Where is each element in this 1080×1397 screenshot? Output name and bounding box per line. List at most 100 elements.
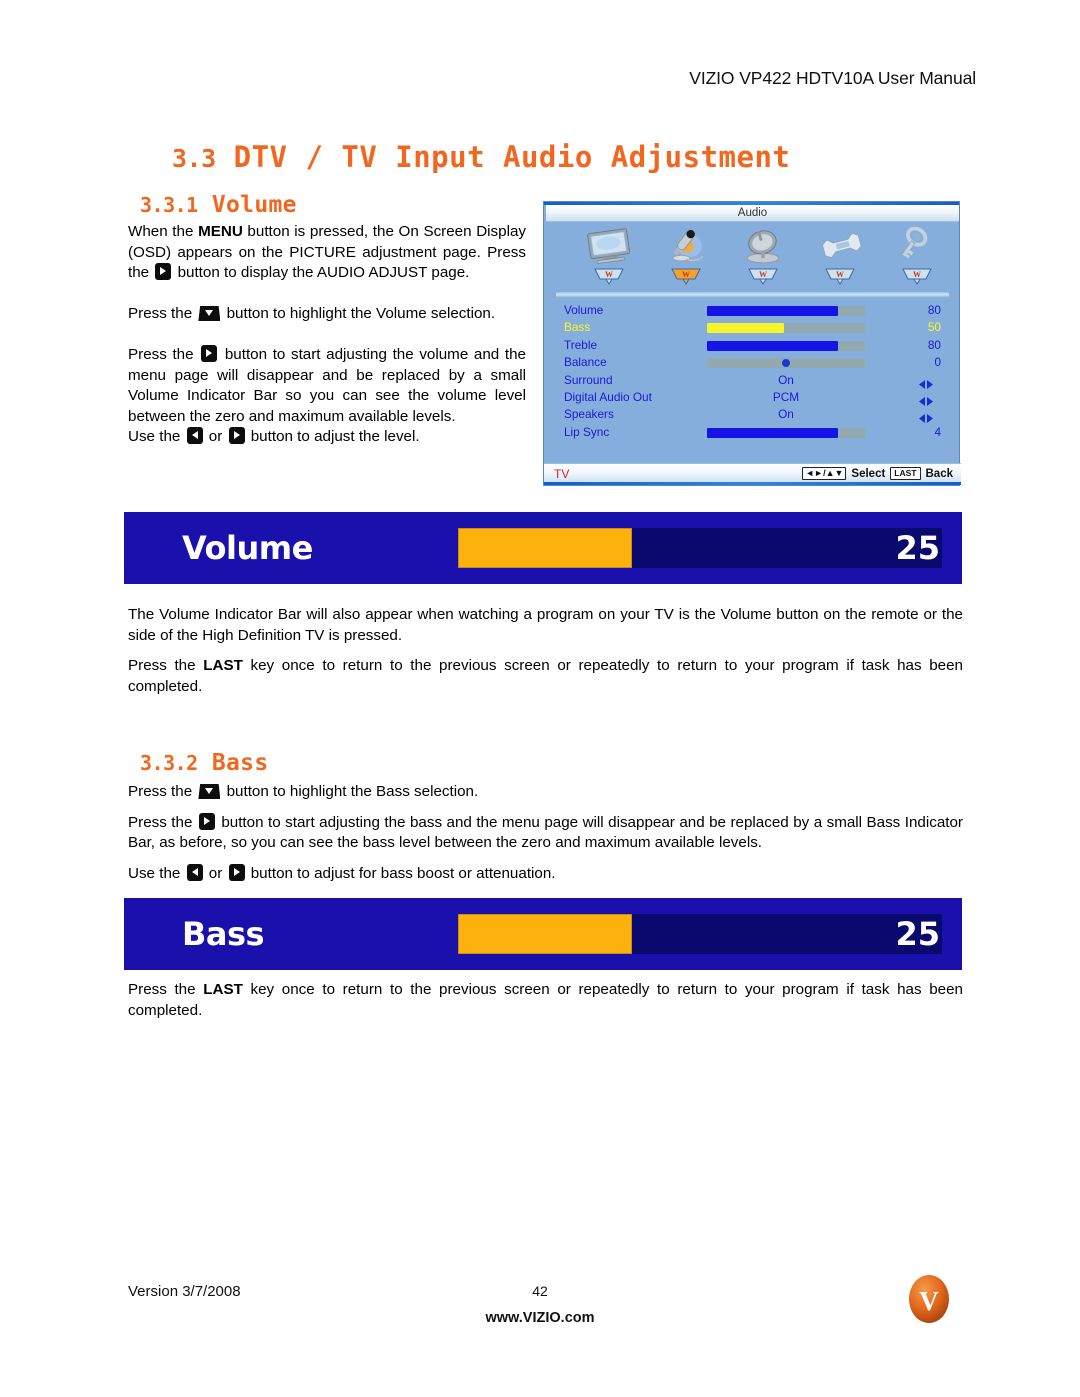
osd-footer-hints: ◄►/▲▼ Select LAST Back bbox=[802, 467, 953, 480]
osd-row-value: 0 bbox=[934, 355, 941, 370]
subsection-number-volume: 3.3.1 bbox=[140, 193, 198, 217]
osd-row-slider-fill bbox=[707, 340, 839, 351]
osd-row-volume[interactable]: Volume 80 bbox=[544, 302, 961, 319]
bass-paragraph-1: Press the button to highlight the Bass s… bbox=[128, 783, 479, 800]
osd-row-slider[interactable] bbox=[707, 427, 865, 438]
bass-body: Press the button to highlight the Bass s… bbox=[128, 782, 963, 884]
osd-icon-row: W W W W W bbox=[544, 226, 961, 288]
osd-row-bass[interactable]: Bass 50 bbox=[544, 319, 961, 336]
bass-paragraph-2: Press the button to start adjusting the … bbox=[128, 812, 963, 851]
osd-row-lip-sync[interactable]: Lip Sync 4 bbox=[544, 424, 961, 441]
osd-row-label: Speakers bbox=[564, 407, 614, 422]
right-arrow-button-icon bbox=[228, 427, 245, 444]
osd-icon-cell-0[interactable]: W bbox=[572, 226, 646, 288]
bass-paragraph-3: Use the or button to adjust for bass boo… bbox=[128, 863, 556, 882]
osd-row-slider-thumb[interactable] bbox=[782, 359, 790, 368]
section-title: DTV / TV Input Audio Adjustment bbox=[233, 140, 791, 174]
osd-row-surround[interactable]: Surround On bbox=[544, 372, 961, 389]
osd-row-slider[interactable] bbox=[707, 306, 865, 316]
right-arrow-button-icon bbox=[155, 263, 172, 280]
bass-indicator-fill bbox=[458, 914, 633, 954]
section-heading: 3.3 DTV / TV Input Audio Adjustment bbox=[172, 140, 790, 174]
bass-notes: Press the LAST key once to return to the… bbox=[128, 980, 963, 1021]
osd-icon-cell-4[interactable]: W bbox=[880, 226, 954, 288]
bass-indicator-value: 25 bbox=[895, 915, 940, 953]
osd-row-option-value: PCM bbox=[772, 389, 800, 404]
osd-tab-marker-normal: W bbox=[902, 268, 932, 285]
osd-row-value: 80 bbox=[927, 337, 941, 352]
audio-osd-panel: Audio W W W W W Volume 80 Bass 50 Treble… bbox=[543, 201, 961, 486]
osd-row-slider[interactable] bbox=[707, 358, 865, 369]
osd-row-slider[interactable] bbox=[707, 323, 865, 334]
osd-row-slider[interactable] bbox=[707, 340, 865, 351]
osd-settings-list: Volume 80 Bass 50 Treble 80 Balance 0 Surround On… bbox=[544, 302, 961, 441]
osd-row-left-right-arrows-icon[interactable] bbox=[918, 393, 934, 406]
svg-text:W: W bbox=[682, 270, 690, 279]
osd-row-slider-fill bbox=[707, 306, 839, 316]
subsection-title-volume: Volume bbox=[211, 192, 297, 218]
left-arrow-button-icon bbox=[186, 427, 203, 444]
osd-tab-marker-normal: W bbox=[594, 268, 624, 285]
volume-notes: The Volume Indicator Bar will also appea… bbox=[128, 605, 963, 697]
osd-back-label: Back bbox=[925, 467, 954, 480]
parental-key-icon bbox=[880, 226, 954, 266]
bass-indicator-bar-figure: Bass 25 bbox=[124, 898, 962, 970]
osd-icon-cell-1[interactable]: W bbox=[649, 226, 723, 288]
osd-row-label: Bass bbox=[564, 320, 591, 335]
osd-row-balance[interactable]: Balance 0 bbox=[544, 354, 961, 371]
osd-select-label: Select bbox=[851, 467, 886, 480]
bass-note-1: Press the LAST key once to return to the… bbox=[128, 981, 963, 1019]
osd-row-treble[interactable]: Treble 80 bbox=[544, 337, 961, 354]
tuner-satellite-dish-icon bbox=[726, 226, 800, 266]
osd-row-value: 80 bbox=[927, 303, 941, 317]
menu-keyword: MENU bbox=[198, 223, 243, 240]
right-arrow-button-icon bbox=[201, 345, 218, 362]
osd-row-left-right-arrows-icon[interactable] bbox=[918, 410, 934, 424]
osd-row-label: Balance bbox=[564, 355, 607, 370]
setup-wrench-icon bbox=[803, 226, 877, 266]
osd-row-left-right-arrows-icon[interactable] bbox=[918, 376, 934, 389]
svg-text:W: W bbox=[836, 270, 844, 279]
volume-indicator-value: 25 bbox=[895, 529, 940, 567]
osd-row-speakers[interactable]: Speakers On bbox=[544, 406, 961, 424]
left-arrow-button-icon bbox=[186, 863, 203, 881]
section-number: 3.3 bbox=[172, 144, 216, 173]
subsection-heading-volume: 3.3.1 Volume bbox=[140, 192, 297, 218]
osd-row-value: 50 bbox=[927, 320, 941, 335]
down-arrow-button-icon bbox=[198, 784, 221, 799]
osd-row-label: Surround bbox=[564, 372, 613, 387]
volume-paragraph-4: Use the or button to adjust the level. bbox=[128, 427, 420, 445]
bass-indicator-label: Bass bbox=[182, 915, 265, 953]
osd-row-slider-fill bbox=[707, 427, 839, 438]
osd-icon-cell-3[interactable]: W bbox=[803, 226, 877, 288]
osd-bottom-accent-line bbox=[544, 482, 961, 485]
osd-divider bbox=[556, 292, 949, 298]
volume-note-1: The Volume Indicator Bar will also appea… bbox=[128, 606, 963, 644]
osd-title: Audio bbox=[546, 205, 959, 222]
osd-tab-marker-selected: W bbox=[671, 268, 701, 285]
last-keyword: LAST bbox=[203, 981, 243, 998]
svg-text:W: W bbox=[913, 270, 921, 279]
osd-icon-cell-2[interactable]: W bbox=[726, 226, 800, 288]
vizio-logo: V bbox=[906, 1272, 952, 1326]
subsection-title-bass: Bass bbox=[211, 750, 269, 776]
volume-paragraph-1: When the MENU button is pressed, the On … bbox=[128, 223, 526, 281]
down-arrow-button-icon bbox=[198, 306, 221, 321]
osd-row-digital-audio-out[interactable]: Digital Audio Out PCM bbox=[544, 389, 961, 406]
osd-row-label: Digital Audio Out bbox=[564, 389, 652, 404]
osd-tab-marker-normal: W bbox=[825, 268, 855, 285]
last-keyword: LAST bbox=[203, 657, 243, 674]
volume-indicator-label: Volume bbox=[182, 529, 313, 567]
picture-monitor-icon bbox=[572, 226, 646, 266]
volume-paragraph-2: Press the button to highlight the Volume… bbox=[128, 305, 496, 322]
svg-text:W: W bbox=[605, 270, 613, 279]
volume-note-2: Press the LAST key once to return to the… bbox=[128, 657, 963, 695]
osd-row-option-value: On bbox=[778, 372, 794, 387]
osd-row-slider-fill bbox=[707, 323, 785, 334]
volume-indicator-bar-figure: Volume 25 bbox=[124, 512, 962, 584]
osd-row-label: Treble bbox=[564, 337, 598, 352]
running-header: VIZIO VP422 HDTV10A User Manual bbox=[689, 68, 976, 88]
osd-row-option-value: On bbox=[778, 407, 794, 422]
bass-indicator-track bbox=[458, 914, 942, 954]
subsection-number-bass: 3.3.2 bbox=[140, 751, 198, 775]
